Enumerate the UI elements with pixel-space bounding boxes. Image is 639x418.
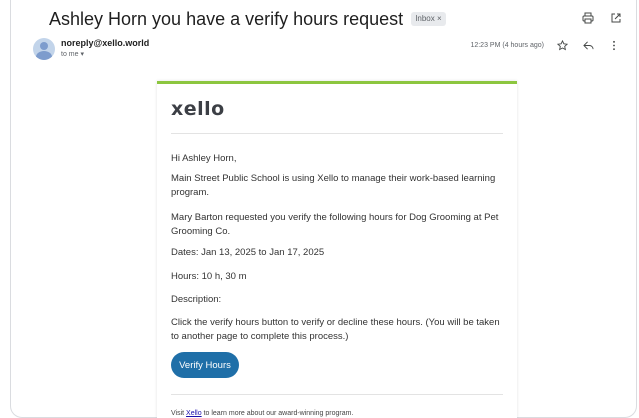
avatar[interactable]: [33, 38, 55, 60]
description-label: Description:: [171, 294, 222, 305]
divider-top: [171, 133, 503, 134]
xello-link[interactable]: Xello: [186, 410, 202, 417]
paragraph-program: Main Street Public School is using Xello…: [171, 173, 496, 198]
avatar-body: [36, 51, 52, 60]
paragraph-request: Mary Barton requested you verify the fol…: [171, 212, 499, 237]
subject-row: Ashley Horn you have a verify hours requ…: [49, 8, 446, 30]
email-body-card: xello Hi Ashley Horn, Main Street Public…: [157, 81, 517, 418]
inbox-label-badge[interactable]: Inbox ×: [411, 12, 446, 26]
recipient-dropdown[interactable]: to me ▾: [61, 50, 84, 58]
divider-bottom: [171, 394, 503, 395]
instructions-text: Click the verify hours button to verify …: [171, 317, 500, 342]
open-in-new-window-icon[interactable]: [608, 10, 624, 26]
greeting: Hi Ashley Horn,: [171, 153, 237, 164]
footer-pre: Visit: [171, 410, 187, 417]
footer-text: Visit Xello to learn more about our awar…: [171, 410, 353, 417]
email-timestamp: 12:23 PM (4 hours ago): [470, 41, 544, 49]
email-meta: 12:23 PM (4 hours ago): [470, 37, 622, 53]
avatar-head: [40, 42, 48, 50]
hours-line: Hours: 10 h, 30 m: [171, 271, 247, 282]
footer-post: to learn more about our award-winning pr…: [201, 410, 354, 417]
print-icon[interactable]: [580, 10, 596, 26]
email-subject: Ashley Horn you have a verify hours requ…: [49, 8, 404, 29]
star-icon[interactable]: [554, 37, 570, 53]
sender-address[interactable]: noreply@xello.world: [61, 38, 149, 48]
more-vert-icon[interactable]: [606, 37, 622, 53]
top-actions: [580, 10, 624, 26]
reply-icon[interactable]: [580, 37, 596, 53]
dates-line: Dates: Jan 13, 2025 to Jan 17, 2025: [171, 247, 325, 258]
xello-logo: xello: [171, 98, 225, 120]
verify-hours-button[interactable]: Verify Hours: [171, 352, 239, 378]
